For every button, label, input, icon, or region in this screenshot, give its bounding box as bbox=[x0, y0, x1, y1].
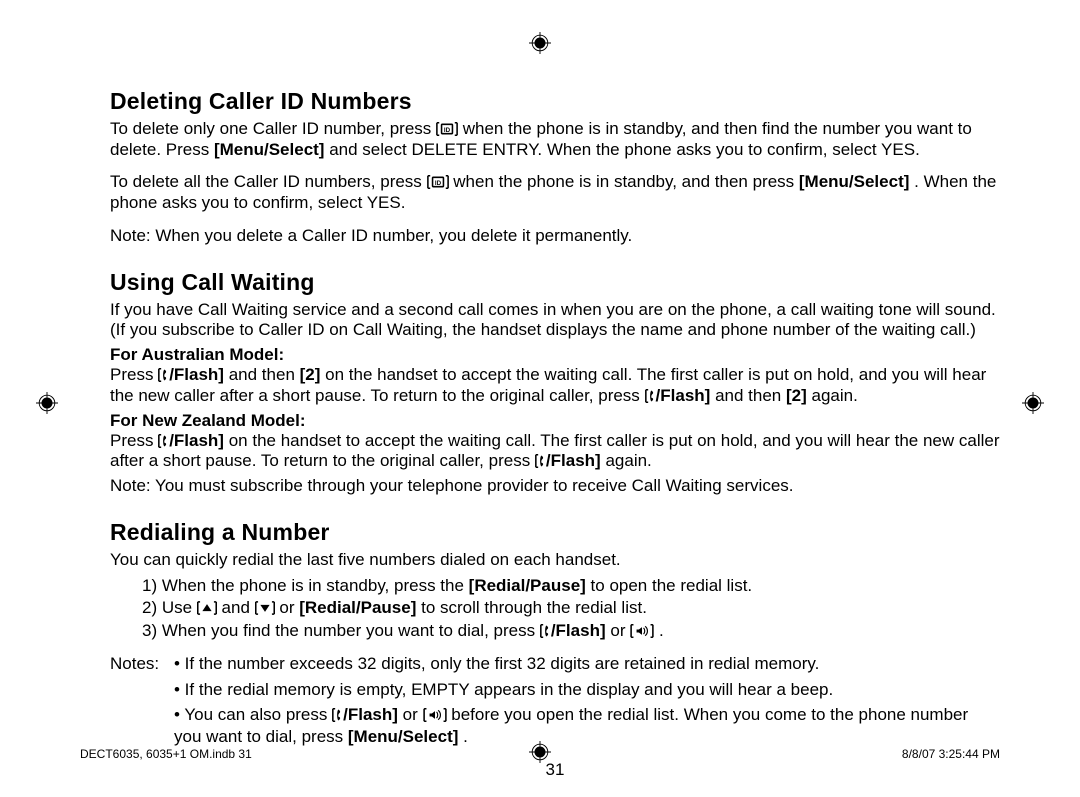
menu-select-key: [Menu/Select] bbox=[214, 140, 325, 159]
redial-intro: You can quickly redial the last five num… bbox=[110, 550, 1000, 571]
phone-flash-icon bbox=[535, 454, 546, 468]
flash-key: /Flash] bbox=[332, 705, 398, 724]
subhead-australian: For Australian Model: bbox=[110, 345, 1000, 365]
menu-select-key: [Menu/Select] bbox=[348, 727, 459, 746]
heading-deleting: Deleting Caller ID Numbers bbox=[110, 88, 1000, 115]
callwaiting-note: Note: You must subscribe through your te… bbox=[110, 476, 1000, 497]
caller-id-icon bbox=[436, 122, 458, 136]
redial-note-1: Notes: • If the number exceeds 32 digits… bbox=[110, 653, 1000, 675]
speaker-key-icon bbox=[423, 708, 447, 722]
redial-pause-key: [Redial/Pause] bbox=[299, 598, 416, 617]
redial-notes: Notes: • If the number exceeds 32 digits… bbox=[110, 653, 1000, 747]
redial-note-3: • You can also press /Flash] or before y… bbox=[174, 704, 1000, 748]
phone-flash-icon bbox=[332, 708, 343, 722]
redial-step-1: 1) When the phone is in standby, press t… bbox=[142, 575, 1000, 598]
two-key: [2] bbox=[300, 365, 321, 384]
redial-step-3: 3) When you find the number you want to … bbox=[142, 620, 1000, 643]
deleting-para-1: To delete only one Caller ID number, pre… bbox=[110, 119, 1000, 160]
subhead-newzealand: For New Zealand Model: bbox=[110, 411, 1000, 431]
heading-call-waiting: Using Call Waiting bbox=[110, 269, 1000, 296]
flash-key: /Flash] bbox=[645, 386, 711, 405]
redial-steps: 1) When the phone is in standby, press t… bbox=[110, 575, 1000, 644]
menu-select-key: [Menu/Select] bbox=[799, 172, 910, 191]
flash-key: /Flash] bbox=[535, 451, 601, 470]
deleting-para-2: To delete all the Caller ID numbers, pre… bbox=[110, 172, 1000, 213]
flash-key: /Flash] bbox=[540, 621, 606, 640]
footer-filename: DECT6035, 6035+1 OM.indb 31 bbox=[80, 747, 252, 761]
speaker-key-icon bbox=[630, 624, 654, 638]
two-key: [2] bbox=[786, 386, 807, 405]
footer-timestamp: 8/8/07 3:25:44 PM bbox=[902, 747, 1000, 761]
section-redial: Redialing a Number You can quickly redia… bbox=[110, 519, 1000, 748]
heading-redial: Redialing a Number bbox=[110, 519, 1000, 546]
up-arrow-key-icon bbox=[197, 601, 217, 615]
deleting-note: Note: When you delete a Caller ID number… bbox=[110, 226, 1000, 247]
section-deleting-caller-id: Deleting Caller ID Numbers To delete onl… bbox=[110, 88, 1000, 247]
flash-key: /Flash] bbox=[158, 431, 224, 450]
page-number: 31 bbox=[110, 760, 1000, 780]
registration-mark-icon bbox=[36, 392, 58, 414]
phone-flash-icon bbox=[158, 368, 169, 382]
newzealand-instructions: Press /Flash] on the handset to accept t… bbox=[110, 431, 1000, 472]
redial-pause-key: [Redial/Pause] bbox=[469, 576, 586, 595]
redial-note-2: • If the redial memory is empty, EMPTY a… bbox=[174, 679, 1000, 701]
phone-flash-icon bbox=[645, 389, 656, 403]
phone-flash-icon bbox=[540, 624, 551, 638]
flash-key: /Flash] bbox=[158, 365, 224, 384]
registration-mark-icon bbox=[1022, 392, 1044, 414]
registration-mark-icon bbox=[529, 741, 551, 763]
callwaiting-intro: If you have Call Waiting service and a s… bbox=[110, 300, 1000, 341]
down-arrow-key-icon bbox=[255, 601, 275, 615]
phone-flash-icon bbox=[158, 434, 169, 448]
section-call-waiting: Using Call Waiting If you have Call Wait… bbox=[110, 269, 1000, 497]
caller-id-icon bbox=[427, 175, 449, 189]
redial-step-2: 2) Use and or [Redial/Pause] to scroll t… bbox=[142, 597, 1000, 620]
registration-mark-icon bbox=[529, 32, 551, 54]
document-page: Deleting Caller ID Numbers To delete onl… bbox=[0, 0, 1080, 797]
australian-instructions: Press /Flash] and then [2] on the handse… bbox=[110, 365, 1000, 406]
